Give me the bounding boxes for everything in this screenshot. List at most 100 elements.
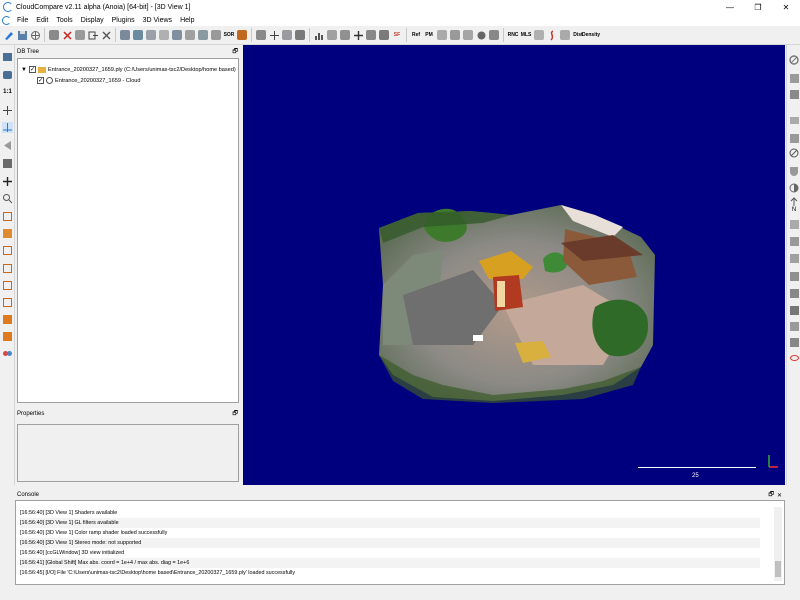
save-icon[interactable] <box>16 28 28 42</box>
top-view-icon[interactable] <box>2 211 13 222</box>
mesh-icon[interactable] <box>462 28 474 42</box>
rnc-icon[interactable]: RNC <box>507 28 519 42</box>
camera-icon[interactable] <box>2 69 13 80</box>
undock-icon[interactable]: 🗗 <box>232 47 238 57</box>
shield-icon[interactable] <box>789 166 799 176</box>
pivot-icon[interactable] <box>2 140 13 151</box>
map-icon[interactable] <box>789 321 799 331</box>
scale-icon[interactable] <box>210 28 222 42</box>
root-checkbox[interactable]: ✓ <box>28 66 36 73</box>
volume-icon[interactable] <box>559 28 571 42</box>
trace-icon[interactable] <box>789 219 799 229</box>
ref-distance-icon[interactable]: Ref <box>410 28 422 42</box>
right-view-icon[interactable] <box>2 280 13 291</box>
crop-icon[interactable] <box>255 28 267 42</box>
sf-convert-icon[interactable] <box>365 28 377 42</box>
sf-arithmetic-icon[interactable] <box>352 28 364 42</box>
menu-help[interactable]: Help <box>177 17 199 24</box>
move-icon[interactable] <box>268 28 280 42</box>
noise-filter-icon[interactable] <box>236 28 248 42</box>
cloud-checkbox[interactable]: ✓ <box>37 77 44 84</box>
cube-icon[interactable] <box>789 73 799 83</box>
subsample-icon[interactable] <box>74 28 86 42</box>
segment-icon[interactable] <box>132 28 144 42</box>
menu-plugins[interactable]: Plugins <box>109 17 140 24</box>
north-icon[interactable]: N <box>789 205 799 215</box>
undock-icon[interactable]: 🗗 <box>232 409 238 419</box>
one-to-one-icon[interactable]: 1:1 <box>2 86 13 97</box>
histogram-icon[interactable] <box>313 28 325 42</box>
contrast-icon[interactable] <box>789 183 799 193</box>
measure-icon[interactable] <box>789 148 799 158</box>
left-view-icon[interactable] <box>2 245 13 256</box>
clone-icon[interactable] <box>48 28 60 42</box>
fit-icon[interactable] <box>789 253 799 263</box>
iso-view-2-icon[interactable] <box>2 331 13 342</box>
close-button[interactable]: ✕ <box>772 3 800 12</box>
ellipse-icon[interactable] <box>789 353 799 363</box>
sor-filter-icon[interactable]: SOR <box>223 28 235 42</box>
undock-icon[interactable]: 🗗 <box>768 490 774 500</box>
axis-icon[interactable] <box>2 122 13 133</box>
bottom-view-icon[interactable] <box>2 297 13 308</box>
back-view-icon[interactable] <box>2 263 13 274</box>
rasterize-icon[interactable] <box>488 28 500 42</box>
menu-edit[interactable]: Edit <box>33 17 53 24</box>
tree-child-row[interactable]: ✓ Entrance_20200327_1659 - Cloud <box>37 77 141 84</box>
match-bb-icon[interactable] <box>197 28 209 42</box>
pm-icon[interactable]: PM <box>423 28 435 42</box>
console-scrollbar[interactable] <box>774 507 782 581</box>
menu-tools[interactable]: Tools <box>53 17 77 24</box>
sf-gradient-icon[interactable] <box>326 28 338 42</box>
open-icon[interactable] <box>3 28 15 42</box>
fullscreen-icon[interactable] <box>2 51 13 62</box>
normals-icon[interactable] <box>294 28 306 42</box>
register-icon[interactable] <box>184 28 196 42</box>
qfacets-icon[interactable] <box>546 28 558 42</box>
crosshair-icon[interactable] <box>2 105 13 116</box>
point-list-icon[interactable] <box>789 133 799 143</box>
mdi-app-icon[interactable] <box>2 15 11 25</box>
sphere-icon[interactable] <box>29 28 41 42</box>
pan-icon[interactable] <box>2 176 13 187</box>
close-panel-icon[interactable]: ✕ <box>777 492 782 499</box>
restore-button[interactable]: ❐ <box>744 3 772 12</box>
scrollbar-thumb[interactable] <box>775 561 781 577</box>
menu-file[interactable]: File <box>14 17 33 24</box>
zoom-icon[interactable] <box>2 158 13 169</box>
compass-icon[interactable] <box>533 28 545 42</box>
3d-view[interactable]: 25 <box>243 45 785 485</box>
sf-colorize-icon[interactable] <box>378 28 390 42</box>
scalar-field-icon[interactable]: SF <box>391 28 403 42</box>
mls-icon[interactable]: MLS <box>520 28 532 42</box>
front-view-icon[interactable] <box>2 228 13 239</box>
sf-filter-icon[interactable] <box>339 28 351 42</box>
density-icon[interactable]: Density <box>582 28 600 42</box>
delete-icon[interactable] <box>100 28 112 42</box>
cloud-cloud-dist-icon[interactable] <box>436 28 448 42</box>
tree-root-row[interactable]: ▼ ✓ Entrance_20200327_1659.ply (C:/Users… <box>21 66 236 73</box>
lineation-icon[interactable] <box>789 271 799 281</box>
align-icon[interactable] <box>171 28 183 42</box>
point-picking-icon[interactable] <box>119 28 131 42</box>
plane-icon[interactable] <box>789 236 799 246</box>
no-entry-icon[interactable] <box>789 55 799 65</box>
flip-icon[interactable] <box>281 28 293 42</box>
save-data-icon[interactable] <box>789 337 799 347</box>
merge-icon[interactable] <box>61 28 73 42</box>
export-data-icon[interactable] <box>789 305 799 315</box>
minimize-button[interactable]: — <box>716 3 744 12</box>
iso-view-1-icon[interactable] <box>2 314 13 325</box>
label-icon[interactable] <box>789 115 799 125</box>
search-icon[interactable] <box>2 193 13 204</box>
cross-section-icon[interactable] <box>158 28 170 42</box>
ball-icon[interactable] <box>475 28 487 42</box>
menu-3d-views[interactable]: 3D Views <box>140 17 177 24</box>
thickness-icon[interactable] <box>789 288 799 298</box>
image-icon[interactable] <box>789 89 799 99</box>
export-icon[interactable] <box>87 28 99 42</box>
translate-rotate-icon[interactable] <box>145 28 157 42</box>
stereo-icon[interactable] <box>2 348 13 359</box>
cloud-mesh-dist-icon[interactable] <box>449 28 461 42</box>
menu-display[interactable]: Display <box>78 17 109 24</box>
